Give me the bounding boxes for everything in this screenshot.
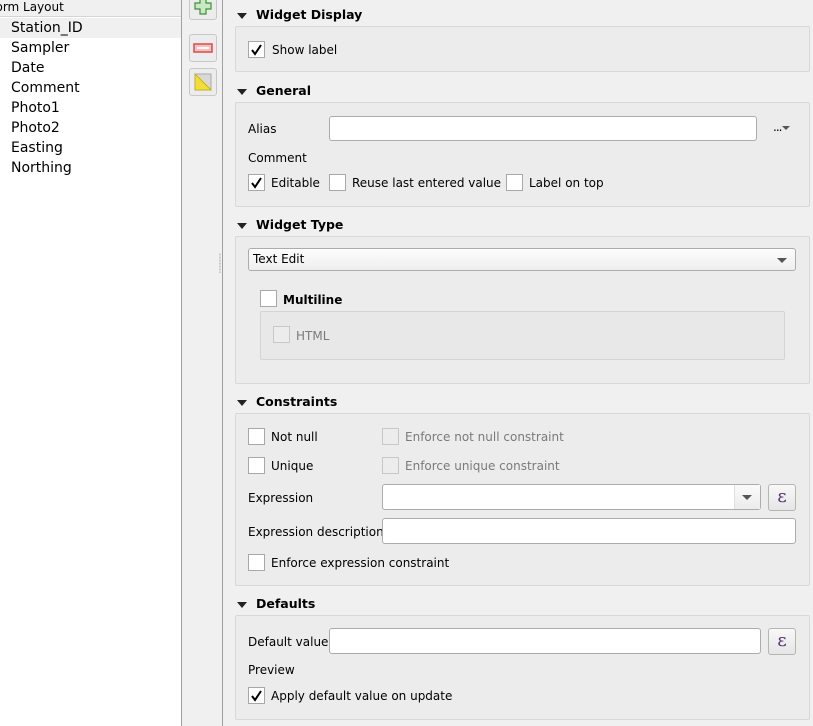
field-item-comment[interactable]: Comment xyxy=(0,78,181,98)
reuse-last-value-checkbox[interactable] xyxy=(329,174,346,191)
expression-builder-button[interactable]: ε xyxy=(768,484,796,511)
add-button[interactable] xyxy=(189,0,217,20)
field-properties-panel: Widget Display Show label General Alias … xyxy=(224,0,813,726)
epsilon-icon: ε xyxy=(777,630,787,651)
default-value-expression-button[interactable]: ε xyxy=(768,628,796,655)
field-item-photo2[interactable]: Photo2 xyxy=(0,118,181,138)
collapse-triangle-icon xyxy=(237,601,247,608)
multiline-label: Multiline xyxy=(283,293,343,307)
reuse-last-value-label: Reuse last entered value xyxy=(352,176,502,190)
collapse-triangle-icon xyxy=(237,222,247,229)
enforce-expression-checkbox[interactable] xyxy=(248,554,265,571)
section-title: General xyxy=(256,83,311,98)
checkmark-icon xyxy=(251,177,262,189)
tree-toolbar xyxy=(183,0,223,726)
not-null-label: Not null xyxy=(271,430,318,444)
section-title: Widget Type xyxy=(256,217,344,232)
enforce-unique-checkbox[interactable] xyxy=(382,457,399,474)
label-on-top-checkbox[interactable] xyxy=(506,174,523,191)
field-item-northing[interactable]: Northing xyxy=(0,158,181,178)
alias-label: Alias xyxy=(248,122,277,136)
widget-type-select[interactable]: Text Edit xyxy=(248,248,796,271)
checkmark-icon xyxy=(251,44,262,56)
plus-icon xyxy=(194,0,212,15)
remove-button[interactable] xyxy=(189,34,217,62)
dropdown-arrow-icon xyxy=(782,125,791,130)
section-title: Widget Display xyxy=(256,7,363,22)
tree-header-label: Form Layout xyxy=(0,0,64,14)
apply-default-on-update-label: Apply default value on update xyxy=(271,689,453,703)
enforce-expression-label: Enforce expression constraint xyxy=(271,556,450,570)
general-group: Alias ... Comment Editable Reuse last en… xyxy=(235,102,810,207)
enforce-unique-label: Enforce unique constraint xyxy=(405,459,560,473)
show-label-checkbox[interactable] xyxy=(248,41,265,58)
more-options-button[interactable]: ... xyxy=(773,120,791,135)
general-section-header[interactable]: General xyxy=(237,83,311,99)
html-label: HTML xyxy=(296,329,330,343)
comment-label: Comment xyxy=(248,151,307,165)
default-value-label: Default value xyxy=(248,635,329,649)
splitter-handle[interactable] xyxy=(219,253,221,273)
constraints-section-header[interactable]: Constraints xyxy=(237,394,337,410)
expression-description-label: Expression description xyxy=(248,525,384,539)
field-item-station-id[interactable]: Station_ID xyxy=(0,18,181,38)
defaults-group: Default value ε Preview Apply default va… xyxy=(235,615,810,720)
not-null-checkbox[interactable] xyxy=(248,428,265,445)
editable-checkbox[interactable] xyxy=(248,174,265,191)
field-item-sampler[interactable]: Sampler xyxy=(0,38,181,58)
collapse-triangle-icon xyxy=(237,12,247,19)
label-on-top-label: Label on top xyxy=(529,176,604,190)
field-item-easting[interactable]: Easting xyxy=(0,138,181,158)
html-checkbox[interactable] xyxy=(273,326,290,343)
expression-input[interactable] xyxy=(382,484,761,510)
constraints-group: Not null Enforce not null constraint Uni… xyxy=(235,413,810,586)
multiline-checkbox[interactable] xyxy=(260,290,277,307)
collapse-triangle-icon xyxy=(237,88,247,95)
minus-icon xyxy=(193,43,213,53)
checkmark-icon xyxy=(251,690,262,702)
dropdown-arrow-icon xyxy=(742,495,752,500)
collapse-triangle-icon xyxy=(237,399,247,406)
field-list: Station_ID Sampler Date Comment Photo1 P… xyxy=(0,18,181,178)
enforce-not-null-checkbox[interactable] xyxy=(382,428,399,445)
form-layout-tree: Form Layout Station_ID Sampler Date Comm… xyxy=(0,0,182,726)
expression-description-input[interactable] xyxy=(382,518,796,544)
multiline-options-group: HTML xyxy=(260,311,785,360)
alias-input[interactable] xyxy=(329,116,757,141)
default-value-input[interactable] xyxy=(329,628,761,654)
widget-type-group: Text Edit Multiline HTML xyxy=(235,236,810,384)
tree-header: Form Layout xyxy=(0,0,181,17)
expression-label: Expression xyxy=(248,491,314,505)
apply-default-on-update-checkbox[interactable] xyxy=(248,687,265,704)
edit-triangle-icon xyxy=(194,73,212,91)
epsilon-icon: ε xyxy=(777,486,787,507)
unique-label: Unique xyxy=(271,459,314,473)
dropdown-arrow-icon xyxy=(777,258,787,263)
section-title: Constraints xyxy=(256,394,338,409)
widget-display-section-header[interactable]: Widget Display xyxy=(237,7,362,23)
widget-type-selected-value: Text Edit xyxy=(253,252,305,266)
field-item-photo1[interactable]: Photo1 xyxy=(0,98,181,118)
enforce-not-null-label: Enforce not null constraint xyxy=(405,430,564,444)
widget-display-group: Show label xyxy=(235,26,810,72)
widget-type-section-header[interactable]: Widget Type xyxy=(237,217,343,233)
field-item-date[interactable]: Date xyxy=(0,58,181,78)
preview-label: Preview xyxy=(248,663,295,677)
section-title: Defaults xyxy=(256,596,316,611)
defaults-section-header[interactable]: Defaults xyxy=(237,596,315,612)
show-label-label: Show label xyxy=(272,43,338,57)
expression-dropdown-button[interactable] xyxy=(734,485,760,509)
edit-button[interactable] xyxy=(189,68,217,96)
editable-label: Editable xyxy=(271,176,320,190)
unique-checkbox[interactable] xyxy=(248,457,265,474)
